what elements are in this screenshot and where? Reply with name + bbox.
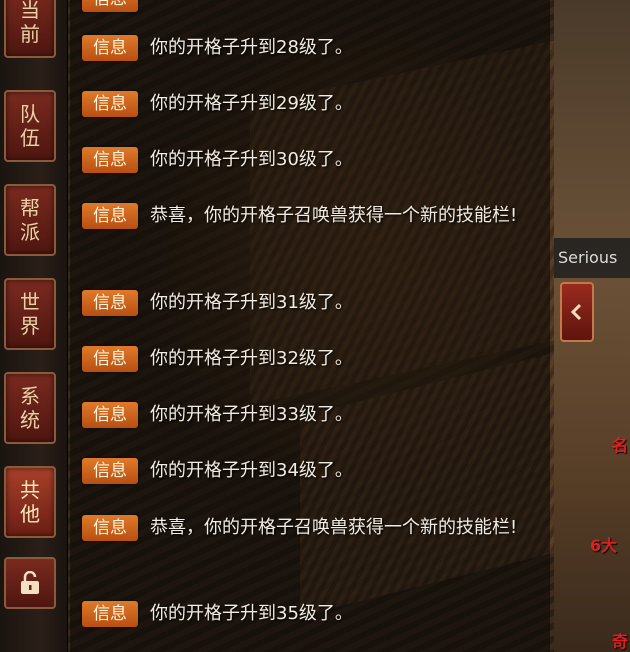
tab-label-bottom: 界	[20, 314, 40, 338]
tab-guild[interactable]: 帮 派	[4, 184, 56, 256]
chat-message: 信息 你的开格子升到33级了。	[82, 400, 532, 430]
chat-message: 信息 恭喜，你的开格子召唤兽获得一个新的技能栏!	[82, 513, 532, 543]
message-tag: 信息	[82, 458, 138, 484]
chat-message-panel[interactable]: 信息 信息 你的开格子升到28级了。 信息 你的开格子升到29级了。 信息 你的…	[70, 0, 550, 652]
tab-label-bottom: 派	[20, 220, 40, 244]
player-name-label[interactable]: Serious	[554, 238, 630, 278]
message-tag: 信息	[82, 91, 138, 117]
message-tag: 信息	[82, 290, 138, 316]
message-text: 你的开格子升到28级了。	[150, 37, 353, 58]
message-text: 你的开格子升到33级了。	[150, 404, 353, 425]
tab-label-top: 当	[20, 0, 40, 22]
message-text: 你的开格子升到35级了。	[150, 603, 353, 624]
tab-label-top: 帮	[20, 196, 40, 220]
tab-label-bottom: 统	[20, 408, 40, 432]
tab-label-bottom: 伍	[20, 126, 40, 150]
chat-message: 信息 你的开格子升到35级了。	[82, 599, 532, 629]
tab-other[interactable]: 共 他	[4, 466, 56, 538]
message-tag: 信息	[82, 601, 138, 627]
message-tag: 信息	[82, 35, 138, 61]
chat-message: 信息 你的开格子升到31级了。	[82, 288, 532, 318]
tab-world[interactable]: 世 界	[4, 278, 56, 350]
message-tag: 信息	[82, 346, 138, 372]
message-tag: 信息	[82, 515, 138, 541]
message-tag: 信息	[82, 0, 138, 12]
chevron-left-icon	[570, 303, 582, 321]
message-text: 恭喜，你的开格子召唤兽获得一个新的技能栏!	[150, 205, 518, 226]
chat-message: 信息 你的开格子升到28级了。	[82, 33, 532, 63]
tab-label-top: 世	[20, 290, 40, 314]
chat-message: 信息 你的开格子升到34级了。	[82, 456, 532, 486]
tab-label-bottom: 前	[20, 22, 40, 46]
scene-label-a: 名	[612, 436, 629, 455]
chat-message: 信息 你的开格子升到32级了。	[82, 344, 532, 374]
chat-message: 信息 你的开格子升到30级了。	[82, 145, 532, 175]
scene-label-c: 奇	[612, 632, 629, 651]
message-tag: 信息	[82, 402, 138, 428]
chat-channel-tabbar: 当 前 队 伍 帮 派 世 界 系 统 共 他	[0, 0, 68, 652]
message-text: 你的开格子升到31级了。	[150, 292, 353, 313]
tab-team[interactable]: 队 伍	[4, 90, 56, 162]
tab-system[interactable]: 系 统	[4, 372, 56, 444]
message-text: 你的开格子升到30级了。	[150, 149, 353, 170]
message-tag: 信息	[82, 147, 138, 173]
chat-message-partial: 信息	[82, 0, 532, 12]
unlock-icon	[21, 571, 39, 594]
tab-label-bottom: 他	[20, 502, 40, 526]
scene-label-b: 6大	[590, 536, 618, 555]
message-text: 你的开格子升到34级了。	[150, 460, 353, 481]
collapse-chat-button[interactable]	[560, 282, 594, 342]
lock-chat-button[interactable]	[4, 557, 56, 609]
tab-label-top: 系	[20, 384, 40, 408]
message-text: 恭喜，你的开格子召唤兽获得一个新的技能栏!	[150, 517, 518, 538]
message-tag: 信息	[82, 203, 138, 229]
chat-message: 信息 恭喜，你的开格子召唤兽获得一个新的技能栏!	[82, 201, 532, 231]
message-text: 你的开格子升到32级了。	[150, 348, 353, 369]
tab-label-top: 共	[20, 478, 40, 502]
chat-message: 信息 你的开格子升到29级了。	[82, 89, 532, 119]
tab-current[interactable]: 当 前	[4, 0, 56, 58]
tab-label-top: 队	[20, 102, 40, 126]
message-text: 你的开格子升到29级了。	[150, 93, 353, 114]
